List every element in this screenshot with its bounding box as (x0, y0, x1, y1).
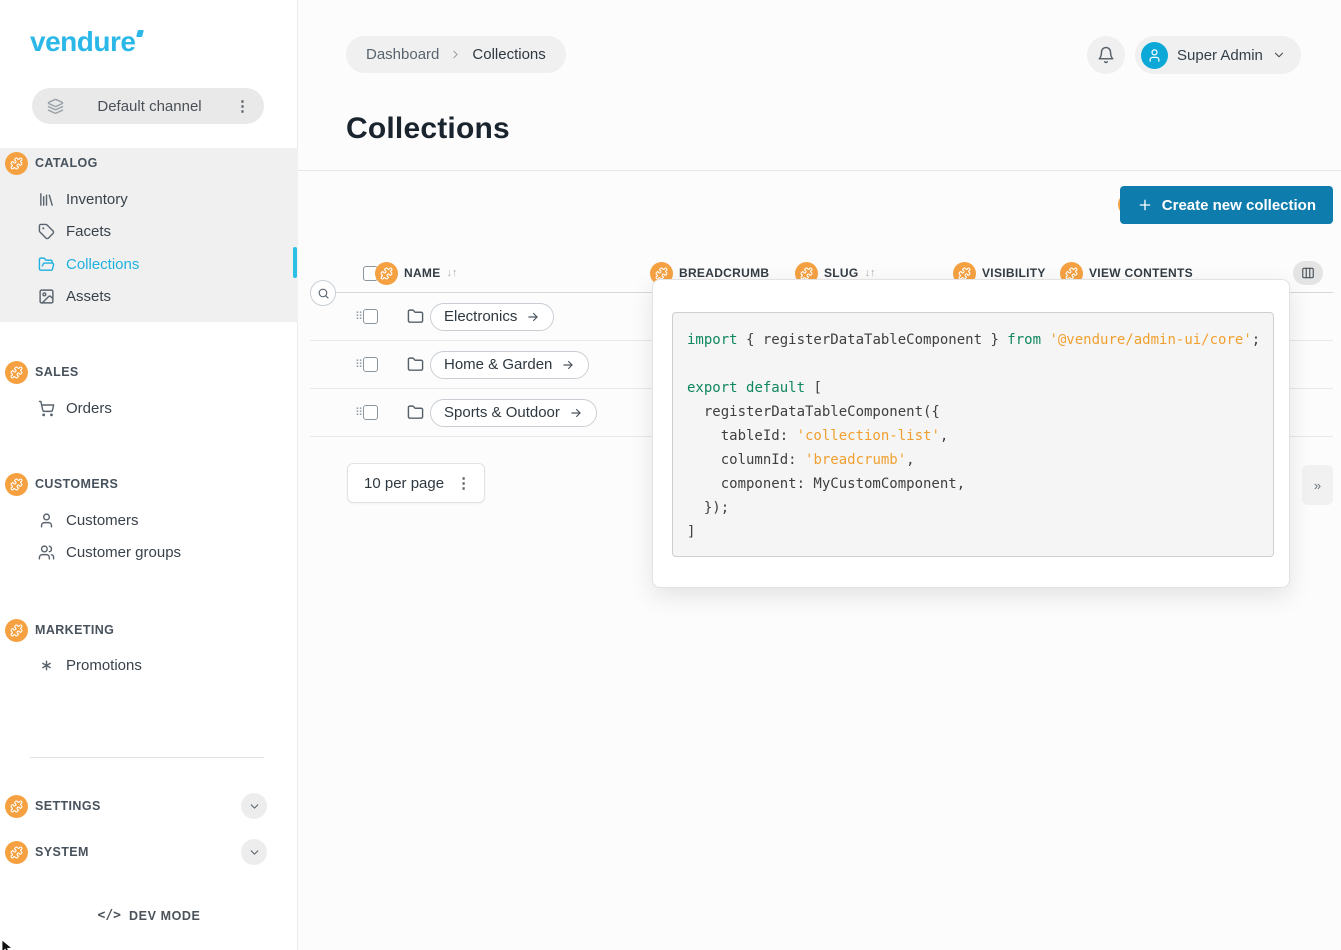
drag-handle[interactable]: ⠿ (355, 310, 361, 323)
sidebar-item-inventory[interactable]: Inventory (38, 186, 128, 212)
avatar (1141, 42, 1168, 69)
asterisk-icon (38, 657, 55, 674)
section-header-sales: SALES (5, 359, 79, 385)
row-checkbox[interactable] (363, 405, 378, 420)
sidebar-divider (30, 757, 264, 758)
items-per-page-selector[interactable]: 10 per page ⋮ (347, 463, 485, 503)
sidebar-item-assets[interactable]: Assets (38, 283, 111, 309)
section-header-marketing: MARKETING (5, 617, 114, 643)
collection-link[interactable]: Electronics (430, 303, 554, 331)
image-icon (38, 288, 55, 305)
dev-mode-toggle[interactable]: </> DEV MODE (0, 908, 298, 923)
sidebar-item-facets[interactable]: Facets (38, 218, 111, 244)
chevron-down-icon (1272, 48, 1286, 62)
cart-icon (38, 400, 55, 417)
channel-menu-icon[interactable]: ⋮ (235, 97, 250, 115)
breadcrumb-dashboard[interactable]: Dashboard (366, 46, 439, 63)
collection-link[interactable]: Home & Garden (430, 351, 589, 379)
layers-icon (47, 98, 64, 115)
code-icon: </> (98, 908, 121, 923)
library-icon (38, 191, 55, 208)
sidebar: vendure Default channel ⋮ CATALOG Invent… (0, 0, 298, 950)
extension-point-icon[interactable] (5, 152, 28, 175)
user-name: Super Admin (1177, 47, 1263, 64)
create-new-collection-button[interactable]: Create new collection (1120, 186, 1333, 224)
sidebar-section-system[interactable]: SYSTEM (5, 839, 267, 865)
channel-selector[interactable]: Default channel ⋮ (32, 88, 264, 124)
column-settings-button[interactable] (1293, 261, 1323, 285)
extension-point-icon[interactable] (5, 473, 28, 496)
user-icon (38, 512, 55, 529)
vendure-logo[interactable]: vendure (30, 26, 143, 58)
chevron-right-icon (449, 48, 462, 61)
chevron-down-icon[interactable] (241, 839, 267, 865)
extension-point-icon[interactable] (375, 262, 398, 285)
page-title: Collections (346, 112, 510, 146)
sidebar-item-collections[interactable]: Collections (38, 251, 139, 277)
sidebar-item-promotions[interactable]: Promotions (38, 652, 142, 678)
sidebar-item-customers[interactable]: Customers (38, 507, 139, 533)
bell-icon (1097, 46, 1115, 64)
folder-open-icon (38, 256, 55, 273)
sidebar-item-customer-groups[interactable]: Customer groups (38, 539, 181, 565)
mouse-cursor (1, 939, 17, 950)
channel-label: Default channel (64, 98, 235, 115)
section-header-catalog: CATALOG (5, 150, 98, 176)
dev-mode-code-popover: import { registerDataTableComponent } fr… (652, 279, 1290, 588)
plus-icon (1137, 197, 1153, 213)
arrow-right-icon (561, 358, 575, 372)
breadcrumb-collections[interactable]: Collections (472, 46, 545, 63)
tag-icon (38, 223, 55, 240)
folder-icon (407, 356, 424, 373)
sidebar-section-settings[interactable]: SETTINGS (5, 793, 267, 819)
table-search-button[interactable] (310, 280, 336, 306)
users-icon (38, 544, 55, 561)
main-content: Dashboard Collections Super Admin Collec… (298, 0, 1341, 950)
extension-point-icon[interactable] (5, 795, 28, 818)
code-block: import { registerDataTableComponent } fr… (672, 312, 1274, 557)
breadcrumb: Dashboard Collections (346, 36, 566, 73)
row-checkbox[interactable] (363, 357, 378, 372)
extension-point-icon[interactable] (5, 619, 28, 642)
title-divider (298, 170, 1341, 171)
header-cell-name: NAME ↓↑ (363, 253, 458, 293)
drag-handle[interactable]: ⠿ (355, 358, 361, 371)
chevron-down-icon[interactable] (241, 793, 267, 819)
columns-icon (1301, 266, 1315, 280)
arrow-right-icon (526, 310, 540, 324)
folder-icon (407, 404, 424, 421)
sort-icon[interactable]: ↓↑ (447, 267, 458, 279)
kebab-menu-icon: ⋮ (456, 474, 471, 492)
arrow-right-icon (569, 406, 583, 420)
extension-point-icon[interactable] (5, 361, 28, 384)
folder-icon (407, 308, 424, 325)
pagination-last-button[interactable]: » (1302, 465, 1333, 505)
sort-icon[interactable]: ↓↑ (865, 267, 876, 279)
active-item-indicator (293, 247, 297, 278)
notifications-button[interactable] (1087, 36, 1125, 74)
sidebar-item-orders[interactable]: Orders (38, 395, 112, 421)
user-menu[interactable]: Super Admin (1135, 36, 1301, 74)
section-header-customers: CUSTOMERS (5, 471, 118, 497)
drag-handle[interactable]: ⠿ (355, 406, 361, 419)
search-icon (317, 287, 330, 300)
collection-link[interactable]: Sports & Outdoor (430, 399, 597, 427)
extension-point-icon[interactable] (5, 841, 28, 864)
row-checkbox[interactable] (363, 309, 378, 324)
